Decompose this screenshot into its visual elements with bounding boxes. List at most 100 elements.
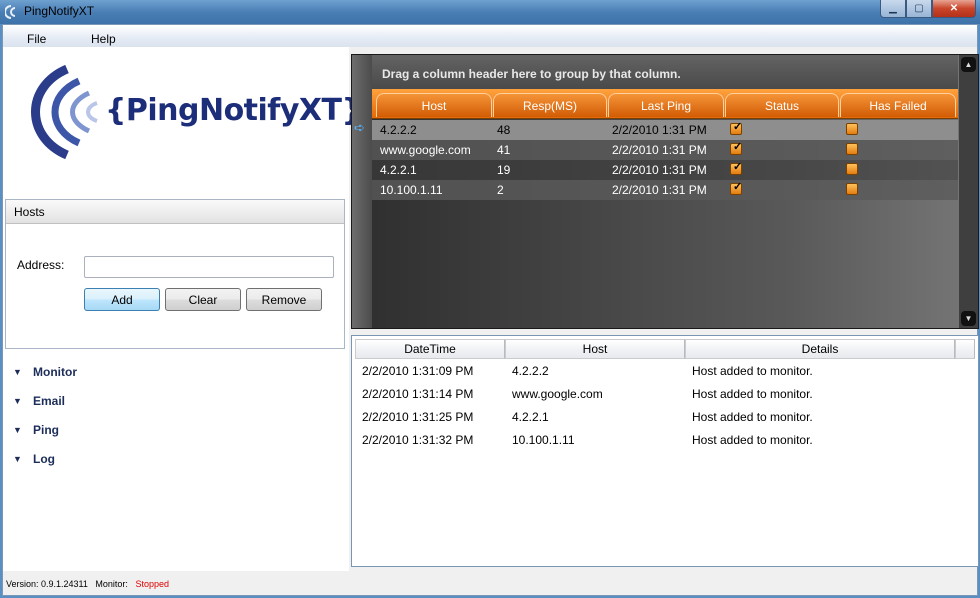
log-cell-details: Host added to monitor. [692,433,813,447]
scroll-down-icon[interactable]: ▼ [961,311,976,326]
expander-label: Ping [33,423,59,437]
app-logo: {PingNotifyXT} [5,57,363,167]
chevron-down-icon: ▼ [13,396,22,406]
log-cell-host: 10.100.1.11 [512,433,575,447]
log-row[interactable]: 2/2/2010 1:31:25 PM 4.2.2.1 Host added t… [352,407,972,429]
log-cell-details: Host added to monitor. [692,410,813,424]
cell-last-ping: 2/2/2010 1:31 PM [612,123,707,137]
monitor-label: Monitor: [95,579,128,589]
log-column-datetime[interactable]: DateTime [355,339,505,359]
hosts-grid: Drag a column header here to group by th… [351,54,979,329]
menu-file[interactable]: File [27,32,46,46]
status-bar: Version: 0.9.1.24311 Monitor: Stopped [3,571,977,595]
cell-resp: 48 [497,123,511,137]
log-cell-details: Host added to monitor. [692,364,813,378]
grid-row[interactable]: www.google.com 41 2/2/2010 1:31 PM ✓ [372,140,958,160]
clear-button[interactable]: Clear [165,288,241,311]
expander-label: Monitor [33,365,77,379]
address-input[interactable] [84,256,334,278]
app-icon [5,5,16,19]
menu-bar: File Help [3,25,977,47]
grid-header: Host Resp(MS) Last Ping Status Has Faile… [372,89,958,119]
status-checkbox[interactable]: ✓ [730,141,743,155]
cell-host: 10.100.1.11 [380,183,443,197]
minimize-button[interactable]: ▁ [880,0,906,18]
remove-button[interactable]: Remove [246,288,322,311]
current-row-arrow-icon: ➪ [354,120,365,135]
log-cell-datetime: 2/2/2010 1:31:14 PM [362,387,474,401]
expander-log[interactable]: ▼ Log [13,452,55,466]
check-icon: ✓ [733,181,743,193]
status-checkbox[interactable]: ✓ [730,121,743,135]
cell-resp: 41 [497,143,511,157]
expander-email[interactable]: ▼ Email [13,394,65,408]
check-icon: ✓ [733,141,743,153]
log-column-host[interactable]: Host [505,339,685,359]
column-header-host[interactable]: Host [376,93,492,117]
window-client: File Help {PingNotifyXT} Hosts Address: … [2,24,979,596]
add-button[interactable]: Add [84,288,160,311]
close-icon: ✕ [949,3,959,14]
log-cell-host: 4.2.2.1 [512,410,549,424]
check-icon: ✓ [733,161,743,173]
hosts-panel: Hosts Address: Add Clear Remove [5,199,345,349]
has-failed-checkbox[interactable] [846,163,858,175]
log-row[interactable]: 2/2/2010 1:31:32 PM 10.100.1.11 Host add… [352,430,972,452]
grid-row[interactable]: 10.100.1.11 2 2/2/2010 1:31 PM ✓ [372,180,958,200]
log-row[interactable]: 2/2/2010 1:31:14 PM www.google.com Host … [352,384,972,406]
log-cell-host: www.google.com [512,387,603,401]
maximize-icon: ▢ [914,3,924,14]
cell-resp: 19 [497,163,511,177]
expander-label: Log [33,452,55,466]
scroll-up-icon[interactable]: ▲ [961,57,976,72]
log-column-details[interactable]: Details [685,339,955,359]
logo-text: {PingNotifyXT} [105,93,363,128]
expander-label: Email [33,394,66,408]
grid-vertical-scrollbar[interactable]: ▲ ▼ [959,55,978,328]
has-failed-checkbox[interactable] [846,123,858,135]
column-header-last-ping[interactable]: Last Ping [608,93,724,117]
menu-help[interactable]: Help [91,32,116,46]
cell-host: www.google.com [380,143,471,157]
column-header-resp[interactable]: Resp(MS) [493,93,607,117]
window-controls: ▁ ▢ ✕ [880,0,976,18]
status-checkbox[interactable]: ✓ [730,161,743,175]
close-button[interactable]: ✕ [932,0,976,18]
monitor-state: Stopped [135,579,169,589]
log-column-filler [955,339,975,359]
left-panel: {PingNotifyXT} Hosts Address: Add Clear … [3,47,363,571]
title-bar: PingNotifyXT ▁ ▢ ✕ [0,0,980,24]
cell-resp: 2 [497,183,504,197]
minimize-icon: ▁ [889,3,897,14]
log-cell-datetime: 2/2/2010 1:31:09 PM [362,364,474,378]
window-title: PingNotifyXT [24,4,95,18]
expander-ping[interactable]: ▼ Ping [13,423,59,437]
column-header-has-failed[interactable]: Has Failed [840,93,956,117]
chevron-down-icon: ▼ [13,425,22,435]
has-failed-checkbox[interactable] [846,183,858,195]
cell-host: 4.2.2.1 [380,163,417,177]
log-list: DateTime Host Details 2/2/2010 1:31:09 P… [351,335,979,567]
row-header-strip [352,55,372,328]
has-failed-checkbox[interactable] [846,143,858,155]
cell-last-ping: 2/2/2010 1:31 PM [612,143,707,157]
expander-monitor[interactable]: ▼ Monitor [13,365,77,379]
column-header-status[interactable]: Status [725,93,839,117]
grid-row[interactable]: 4.2.2.1 19 2/2/2010 1:31 PM ✓ [372,160,958,180]
log-row[interactable]: 2/2/2010 1:31:09 PM 4.2.2.2 Host added t… [352,361,972,383]
address-label: Address: [17,258,65,272]
status-checkbox[interactable]: ✓ [730,181,743,195]
group-by-panel[interactable]: Drag a column header here to group by th… [372,55,958,89]
check-icon: ✓ [733,121,743,133]
grid-row[interactable]: 4.2.2.2 48 2/2/2010 1:31 PM ✓ [372,120,958,140]
signal-waves-icon [31,64,98,160]
chevron-down-icon: ▼ [13,454,22,464]
hosts-header: Hosts [6,200,344,224]
version-label: Version: 0.9.1.24311 [6,579,88,589]
maximize-button[interactable]: ▢ [906,0,932,18]
log-cell-datetime: 2/2/2010 1:31:25 PM [362,410,474,424]
chevron-down-icon: ▼ [13,367,22,377]
log-cell-details: Host added to monitor. [692,387,813,401]
log-cell-datetime: 2/2/2010 1:31:32 PM [362,433,474,447]
cell-last-ping: 2/2/2010 1:31 PM [612,163,707,177]
